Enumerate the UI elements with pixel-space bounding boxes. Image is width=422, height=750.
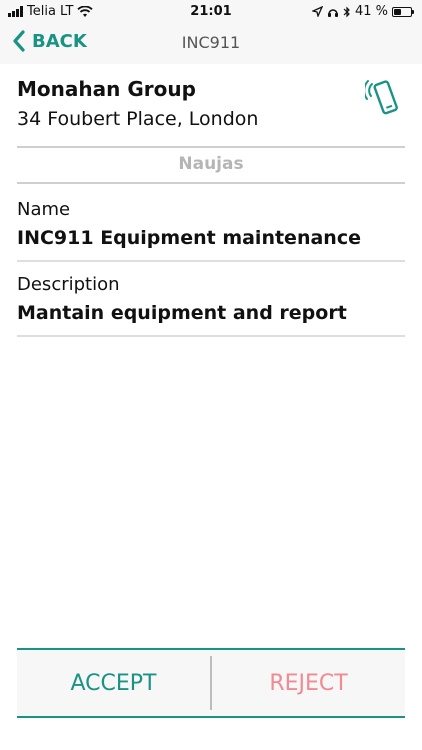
description-label: Description — [17, 274, 120, 295]
reject-button[interactable]: REJECT — [212, 650, 405, 716]
status-label: Naujas — [17, 146, 405, 184]
customer-address: 34 Foubert Place, London — [17, 108, 259, 130]
description-field: Description Mantain equipment and report — [17, 273, 405, 337]
navigation-bar: BACK INC911 — [0, 24, 422, 64]
customer-header: Monahan Group 34 Foubert Place, London — [17, 76, 405, 132]
customer-name: Monahan Group — [17, 77, 196, 101]
name-value: INC911 Equipment maintenance — [17, 227, 361, 249]
incident-detail-screen: Telia LT 21:01 41 % BACK INC911 Monahan … — [0, 0, 422, 750]
call-button[interactable] — [363, 76, 403, 118]
battery-level-fill — [394, 8, 401, 15]
action-bar: ACCEPT REJECT — [17, 648, 405, 718]
battery-percent: 41 % — [354, 4, 388, 19]
battery-icon — [392, 6, 414, 17]
name-label: Name — [17, 199, 71, 220]
page-title: INC911 — [181, 33, 241, 52]
bluetooth-icon — [343, 6, 350, 17]
location-arrow-icon — [311, 6, 323, 17]
status-bar-right: 41 % — [311, 4, 414, 19]
name-field: Name INC911 Equipment maintenance — [17, 198, 405, 262]
phone-ringing-icon — [363, 80, 398, 115]
accept-button[interactable]: ACCEPT — [17, 650, 210, 716]
description-value: Mantain equipment and report — [17, 302, 347, 324]
status-bar: Telia LT 21:01 41 % — [0, 0, 422, 24]
headphones-icon — [327, 8, 338, 17]
